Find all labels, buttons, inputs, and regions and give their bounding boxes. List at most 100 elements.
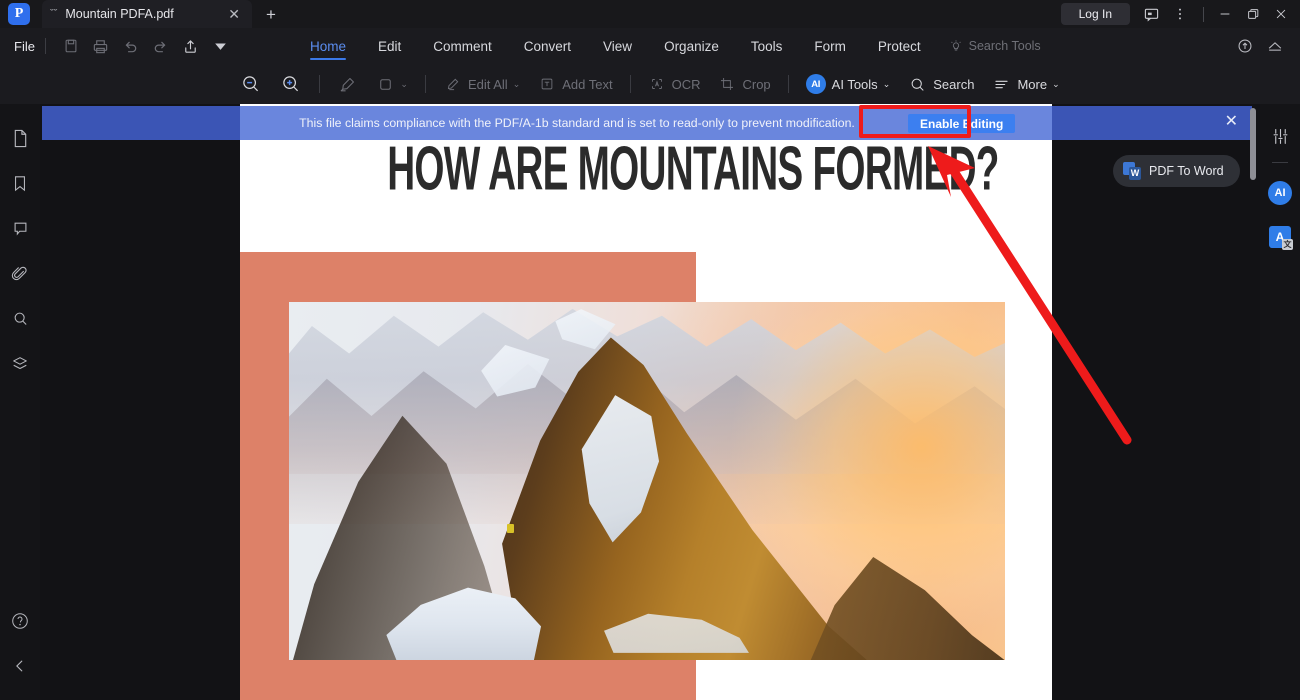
save-icon[interactable]	[56, 33, 86, 59]
pdfa-readonly-banner: This file claims compliance with the PDF…	[42, 106, 1252, 140]
enable-editing-button[interactable]: Enable Editing	[908, 114, 1016, 133]
tab-convert[interactable]: Convert	[508, 28, 587, 64]
help-icon[interactable]	[0, 598, 40, 643]
pdf-to-word-label: PDF To Word	[1149, 164, 1224, 178]
toolbar-divider-4	[787, 75, 789, 93]
photo-hiker	[507, 523, 515, 533]
ribbon-tabs: Home Edit Comment Convert View Organize …	[294, 28, 937, 64]
titlebar-divider	[1203, 6, 1204, 22]
chevron-down-icon[interactable]: ⌄	[1052, 79, 1060, 90]
bookmark-icon[interactable]	[0, 161, 40, 206]
minimize-icon[interactable]	[1218, 7, 1232, 21]
more-label: More	[1017, 76, 1048, 92]
toolbar-divider-2	[424, 75, 426, 93]
translate-icon[interactable]: A 文	[1260, 215, 1300, 259]
tab-home[interactable]: Home	[294, 28, 362, 64]
banner-message: This file claims compliance with the PDF…	[299, 115, 855, 130]
more-button[interactable]: More ⌄	[983, 69, 1068, 99]
document-tab[interactable]: ˇˇ Mountain PDFA.pdf ✕	[42, 0, 252, 28]
title-bar: P ˇˇ Mountain PDFA.pdf ✕ + Log In	[0, 0, 1300, 28]
pdfelement-logo: P	[8, 3, 30, 25]
edit-all-button[interactable]: Edit All ⌄	[434, 69, 529, 99]
tab-edit[interactable]: Edit	[362, 28, 417, 64]
tab-protect[interactable]: Protect	[862, 28, 937, 64]
toolbar-divider	[319, 75, 321, 93]
share-icon[interactable]	[176, 33, 206, 59]
ai-assistant-icon[interactable]: AI	[1260, 171, 1300, 215]
document-headline: HOW ARE MOUNTAINS FORMED?	[387, 134, 999, 204]
tab-title: Mountain PDFA.pdf	[65, 7, 174, 21]
pdf-to-word-button[interactable]: W PDF To Word	[1113, 155, 1240, 187]
redo-icon[interactable]	[146, 33, 176, 59]
pdf-page: HOW ARE MOUNTAINS FORMED?	[240, 104, 1052, 700]
cloud-upload-icon[interactable]	[1230, 33, 1260, 59]
add-text-label: Add Text	[562, 76, 613, 92]
search-label: Search	[933, 76, 975, 92]
chevron-down-icon[interactable]: ˇˇ	[50, 8, 57, 20]
tab-view[interactable]: View	[587, 28, 648, 64]
mountain-photo	[289, 302, 1005, 660]
left-navigation-rail	[0, 104, 40, 700]
search-button[interactable]: Search	[899, 69, 983, 99]
file-menu-button[interactable]: File	[14, 39, 35, 54]
properties-sliders-icon[interactable]	[1260, 114, 1300, 158]
feedback-icon[interactable]	[1144, 7, 1159, 22]
ai-tools-button[interactable]: AI AI Tools ⌄	[797, 69, 900, 99]
page-thumbnails-icon[interactable]	[0, 116, 40, 161]
ai-badge-icon: AI	[805, 74, 826, 94]
translate-sub-letter: 文	[1282, 239, 1293, 250]
lightbulb-icon	[949, 39, 963, 53]
left-rail-bottom	[0, 598, 40, 700]
vertical-scrollbar-thumb[interactable]	[1250, 108, 1256, 180]
tab-close-icon[interactable]: ✕	[224, 7, 244, 21]
chevron-down-icon[interactable]: ⌄	[513, 79, 521, 90]
restore-icon[interactable]	[1246, 7, 1260, 21]
zoom-out-button[interactable]	[231, 69, 271, 99]
print-icon[interactable]	[86, 33, 116, 59]
search-icon[interactable]	[0, 296, 40, 341]
ai-tools-label: AI Tools	[831, 76, 878, 92]
new-tab-icon[interactable]: +	[266, 6, 276, 23]
home-toolbar: ⌄ Edit All ⌄ Add Text OCR Crop AI AI Too…	[0, 64, 1300, 104]
zoom-in-button[interactable]	[271, 69, 311, 99]
word-icon-front: W	[1129, 167, 1141, 180]
collapse-panel-icon[interactable]	[0, 643, 40, 688]
menubar-right-actions	[1230, 33, 1290, 59]
tab-tools[interactable]: Tools	[735, 28, 799, 64]
comment-icon[interactable]	[0, 206, 40, 251]
login-button[interactable]: Log In	[1060, 2, 1130, 26]
edit-all-label: Edit All	[467, 76, 508, 92]
crop-label: Crop	[742, 76, 771, 92]
chevron-down-icon[interactable]: ⌄	[883, 79, 891, 90]
document-viewer[interactable]: HOW ARE MOUNTAINS FORMED?	[40, 104, 1260, 700]
crop-button[interactable]: Crop	[709, 69, 779, 99]
word-icon: W	[1123, 162, 1141, 180]
chevron-down-icon[interactable]: ⌄	[400, 79, 408, 90]
dropdown-icon[interactable]	[206, 33, 236, 59]
translate-badge: A 文	[1269, 226, 1293, 250]
banner-close-icon[interactable]: ✕	[1225, 114, 1238, 130]
attachment-icon[interactable]	[0, 251, 40, 296]
layers-icon[interactable]	[0, 341, 40, 386]
right-tool-rail: AI A 文	[1260, 104, 1300, 700]
ocr-label: OCR	[671, 76, 701, 92]
ocr-button[interactable]: OCR	[639, 69, 710, 99]
window-controls: Log In	[1060, 0, 1300, 28]
tab-organize[interactable]: Organize	[648, 28, 735, 64]
close-icon[interactable]	[1274, 7, 1288, 21]
menubar-divider	[44, 38, 46, 54]
right-rail-divider	[1272, 162, 1288, 163]
tab-comment[interactable]: Comment	[417, 28, 508, 64]
tab-form[interactable]: Form	[798, 28, 862, 64]
banner-content: This file claims compliance with the PDF…	[42, 106, 1252, 140]
ai-badge-label: AI	[1268, 181, 1292, 205]
toolbar-divider-3	[629, 75, 631, 93]
undo-icon[interactable]	[116, 33, 146, 59]
more-vertical-icon[interactable]	[1173, 7, 1187, 21]
search-tools-label: Search Tools	[968, 39, 1041, 53]
search-tools-field[interactable]: Search Tools	[949, 39, 1041, 53]
add-text-button[interactable]: Add Text	[529, 69, 621, 99]
shape-button[interactable]: ⌄	[367, 69, 417, 99]
highlight-button[interactable]	[328, 69, 367, 99]
collapse-ribbon-icon[interactable]	[1260, 33, 1290, 59]
